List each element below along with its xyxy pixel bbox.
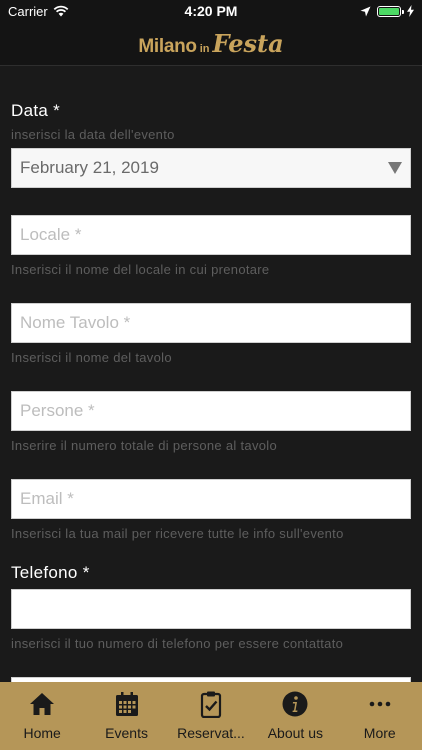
clipboard-check-icon (197, 690, 225, 718)
locale-placeholder: Locale * (20, 225, 82, 244)
tab-more-label: More (363, 725, 396, 741)
logo-in-text: in (199, 43, 210, 55)
tab-more[interactable]: More (338, 690, 422, 741)
table-name-hint: Inserisci il nome del tavolo (11, 350, 172, 365)
date-field-group: Data * inserisci la data dell'evento Feb… (11, 101, 411, 188)
location-arrow-icon (360, 6, 371, 16)
table-name-placeholder: Nome Tavolo * (20, 313, 131, 332)
charging-bolt-icon (407, 5, 414, 17)
email-input[interactable]: Email * (11, 479, 411, 519)
nav-bar: Milano in Festa (0, 22, 422, 66)
battery-icon (377, 5, 404, 17)
app-logo: Milano in Festa (138, 29, 283, 58)
dropdown-arrow-icon (388, 162, 402, 174)
phone-hint: inserisci il tuo numero di telefono per … (11, 636, 344, 651)
locale-field-group: Locale * Inserisci il nome del locale in… (11, 215, 411, 277)
reservation-form: Data * inserisci la data dell'evento Feb… (0, 67, 422, 682)
people-field-group: Persone * Inserire il numero totale di p… (11, 391, 411, 453)
tab-reservations-label: Reservat... (177, 725, 245, 741)
people-placeholder: Persone * (20, 401, 95, 420)
status-bar: Carrier 4:20 PM (0, 0, 422, 22)
phone-label: Telefono * (11, 563, 90, 582)
email-hint: Inserisci la tua mail per ricevere tutte… (11, 526, 344, 541)
tab-home[interactable]: Home (0, 690, 84, 741)
tab-events-label: Events (105, 725, 148, 741)
locale-hint: Inserisci il nome del locale in cui pren… (11, 262, 270, 277)
phone-field-group: Telefono * inserisci il tuo numero di te… (11, 563, 411, 651)
status-left: Carrier (8, 4, 69, 19)
phone-input[interactable] (11, 589, 411, 629)
people-input[interactable]: Persone * (11, 391, 411, 431)
wifi-icon (53, 5, 69, 17)
date-value: February 21, 2019 (20, 158, 159, 177)
table-name-input[interactable]: Nome Tavolo * (11, 303, 411, 343)
tab-about-us-label: About us (267, 725, 323, 741)
email-placeholder: Email * (20, 489, 74, 508)
calendar-icon (113, 690, 141, 718)
tab-events[interactable]: Events (85, 690, 169, 741)
carrier-label: Carrier (8, 3, 48, 19)
date-picker[interactable]: February 21, 2019 (11, 148, 411, 188)
date-label: Data * (11, 101, 61, 120)
tab-home-label: Home (23, 725, 61, 741)
tab-about-us[interactable]: About us (253, 690, 337, 741)
tab-reservations[interactable]: Reservat... (169, 690, 253, 741)
locale-input[interactable]: Locale * (11, 215, 411, 255)
tab-bar: Home Events Reservat... About us More (0, 682, 422, 750)
people-hint: Inserire il numero totale di persone al … (11, 438, 277, 453)
battery-level (379, 7, 399, 15)
logo-script-text: Festa (212, 29, 284, 58)
info-icon (281, 690, 309, 718)
table-name-field-group: Nome Tavolo * Inserisci il nome del tavo… (11, 303, 411, 365)
date-hint: inserisci la data dell'evento (11, 127, 175, 142)
email-field-group: Email * Inserisci la tua mail per riceve… (11, 479, 411, 541)
logo-main-text: Milano (138, 36, 197, 57)
status-right (360, 5, 414, 17)
more-dots-icon (366, 690, 394, 718)
home-icon (28, 690, 56, 718)
